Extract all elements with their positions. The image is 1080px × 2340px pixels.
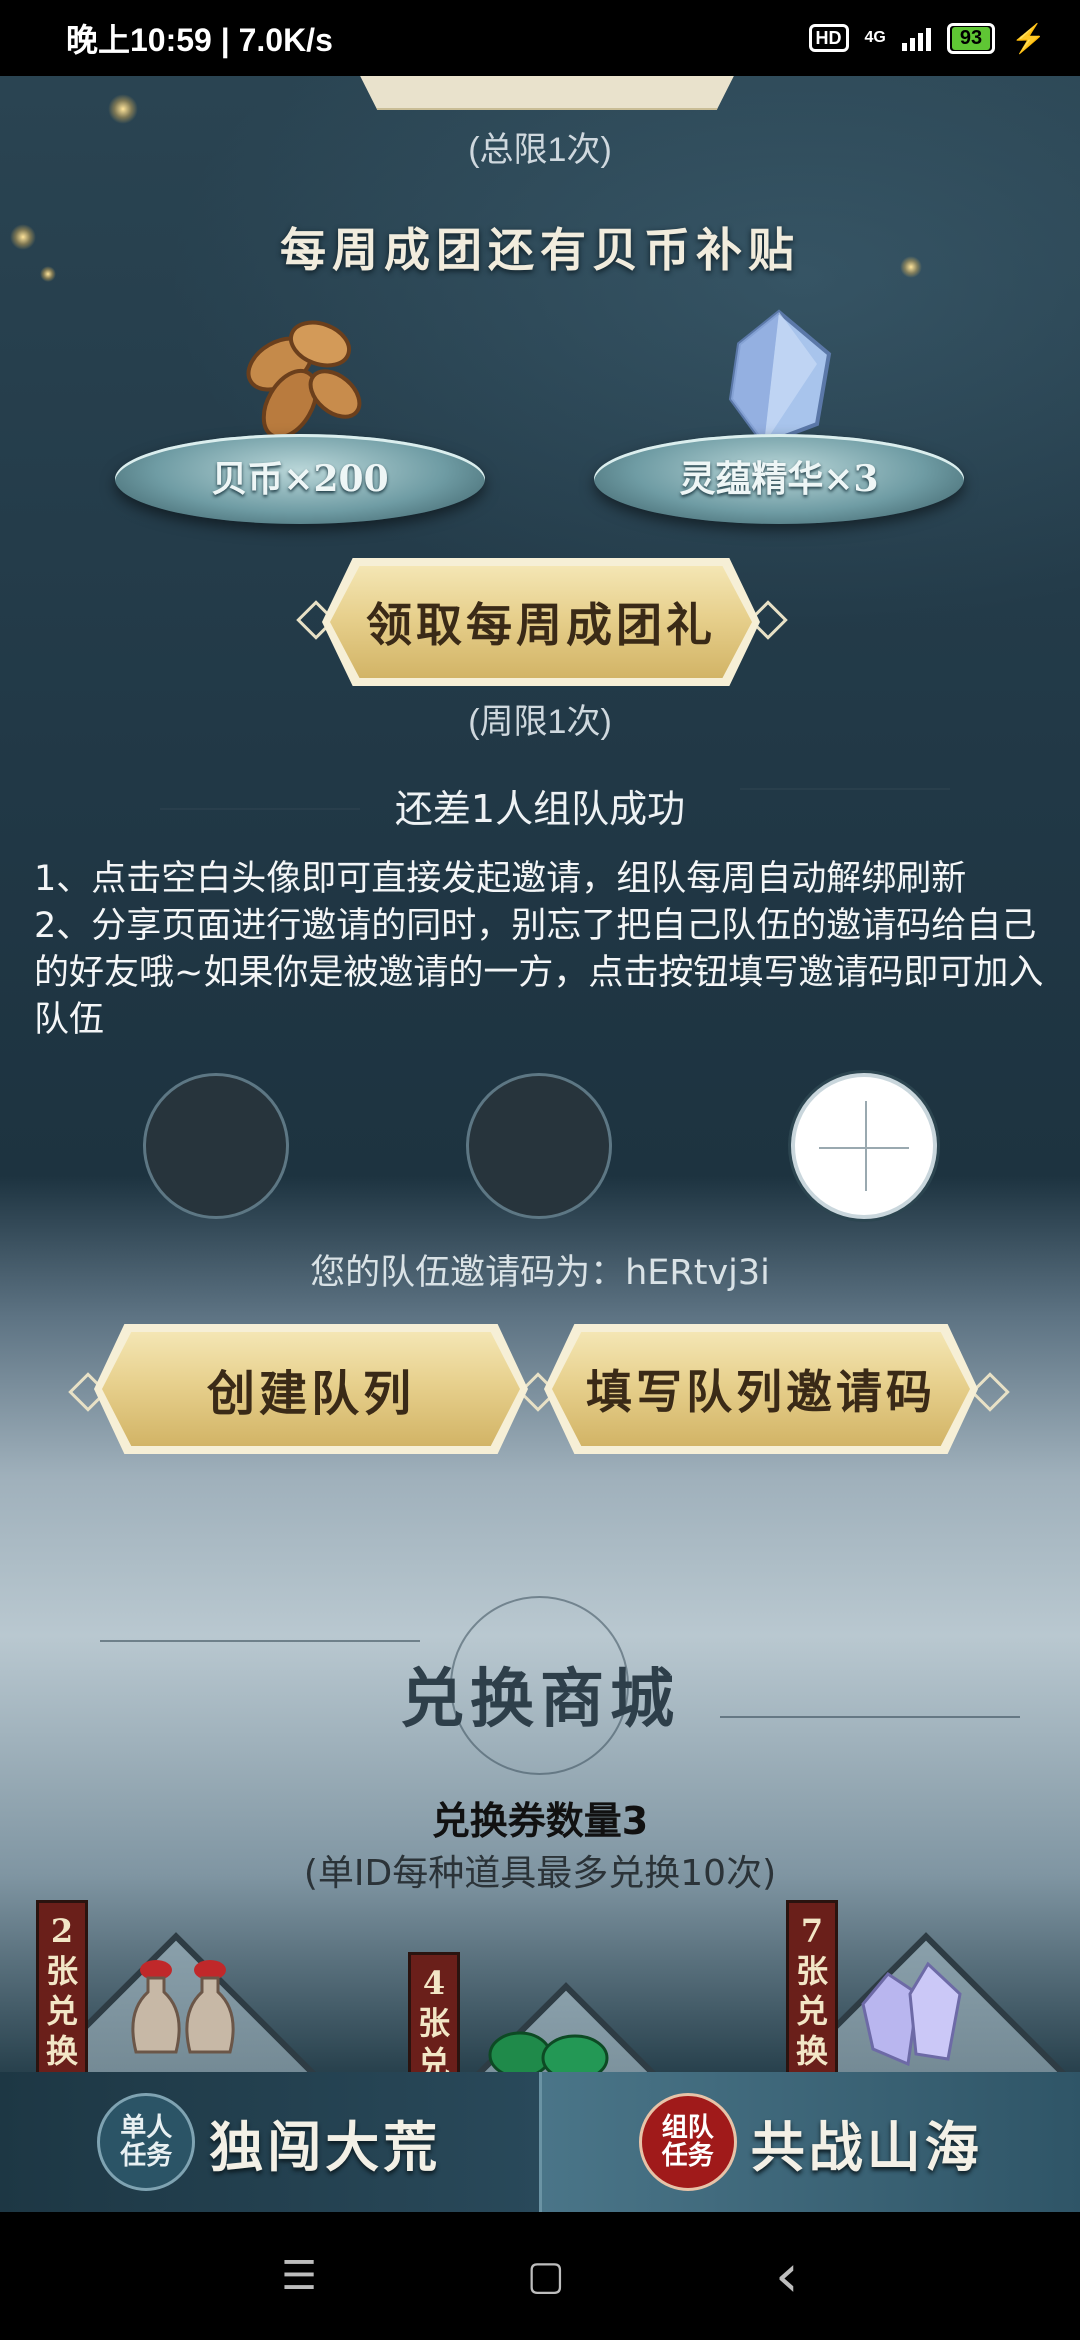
- fill-invite-code-button[interactable]: 填写队列邀请码: [552, 1332, 970, 1446]
- divider-line: [100, 1640, 420, 1642]
- exchange-cost-tag: 7 张 兑 换: [786, 1900, 838, 2076]
- mode-tab-bar: 单人 任务 独闯大荒 组队 任务 共战山海: [0, 2072, 1080, 2212]
- exchange-cost-tag: 2 张 兑 换: [36, 1900, 88, 2076]
- voucher-count: 兑换券数量3: [431, 1799, 649, 1843]
- hd-icon: HD: [808, 24, 849, 52]
- reward-shells: 贝币×200: [115, 304, 485, 524]
- status-time-speed: 晚上10:59 | 7.0K/s: [66, 22, 333, 58]
- tab-team-task[interactable]: 组队 任务 共战山海: [538, 2072, 1080, 2212]
- crystal-icon: [861, 1961, 962, 2067]
- battery-level: 93: [951, 26, 991, 50]
- jade-icon: [488, 2031, 609, 2076]
- home-icon[interactable]: ▢: [527, 2253, 565, 2299]
- reward-essence: 灵蕴精华×3: [594, 304, 964, 524]
- invite-code: 您的队伍邀请码为：hERtvj3i: [310, 1253, 770, 1293]
- network-type: 4G: [864, 29, 886, 46]
- cowrie-shell-icon: [246, 320, 362, 440]
- exchange-limit-note: (单ID每种道具最多兑换10次): [303, 1853, 777, 1894]
- vase-icon: [131, 1960, 235, 2054]
- status-bar: 晚上10:59 | 7.0K/s HD 4G 93 ⚡: [0, 0, 1080, 76]
- signal-icon: [901, 25, 931, 51]
- activity-page[interactable]: (总限1次) 每周成团还有贝币补贴 贝币×200 灵蕴精华×3 领取每周成团礼 …: [0, 76, 1080, 2076]
- total-limit: (总限1次): [468, 131, 612, 169]
- exchange-cost-tag: 4 张 兑: [408, 1952, 460, 2076]
- create-team-button[interactable]: 创建队列: [102, 1332, 520, 1446]
- menu-icon[interactable]: ☰: [281, 2253, 317, 2299]
- previous-button-frame: [345, 76, 749, 110]
- crystal-icon: [728, 309, 832, 447]
- back-icon[interactable]: ‹: [775, 2241, 799, 2311]
- tab-solo-task[interactable]: 单人 任务 独闯大荒: [0, 2072, 539, 2212]
- rule-item: 2、分享页面进行邀请的同时，别忘了把自己队伍的邀请码给自己的好友哦~如果你是被邀…: [34, 906, 1044, 1040]
- status-icons: HD 4G 93 ⚡: [808, 22, 1046, 55]
- team-member-avatar-empty[interactable]: [466, 1073, 612, 1219]
- team-status: 还差1人组队成功: [394, 787, 686, 831]
- rule-item: 1、点击空白头像即可直接发起邀请，组队每周自动解绑刷新: [34, 859, 967, 899]
- team-rules: 1、点击空白头像即可直接发起邀请，组队每周自动解绑刷新 2、分享页面进行邀请的同…: [34, 856, 1044, 1044]
- weekly-subsidy-title: 每周成团还有贝币补贴: [280, 223, 800, 277]
- team-task-seal-icon: 组队 任务: [638, 2093, 737, 2191]
- reward-label-shells: 贝币×200: [211, 458, 389, 500]
- claim-weekly-team-gift-button[interactable]: 领取每周成团礼: [330, 566, 752, 678]
- battery-icon: 93: [946, 22, 996, 54]
- system-nav-bar: ☰ ▢ ‹: [0, 2212, 1080, 2340]
- charging-icon: ⚡: [1011, 22, 1046, 54]
- exchange-shop-title: 兑换商城: [400, 1662, 680, 1737]
- invite-member-add-icon[interactable]: [791, 1073, 937, 1219]
- sparkle-decoration: [108, 94, 138, 124]
- weekly-limit: (周限1次): [468, 703, 612, 741]
- solo-task-seal-icon: 单人 任务: [97, 2093, 196, 2191]
- reward-label-essence: 灵蕴精华×3: [679, 458, 879, 500]
- tab-team-label: 共战山海: [750, 2114, 983, 2179]
- tab-solo-label: 独闯大荒: [209, 2114, 442, 2179]
- team-member-avatar-empty[interactable]: [143, 1073, 289, 1219]
